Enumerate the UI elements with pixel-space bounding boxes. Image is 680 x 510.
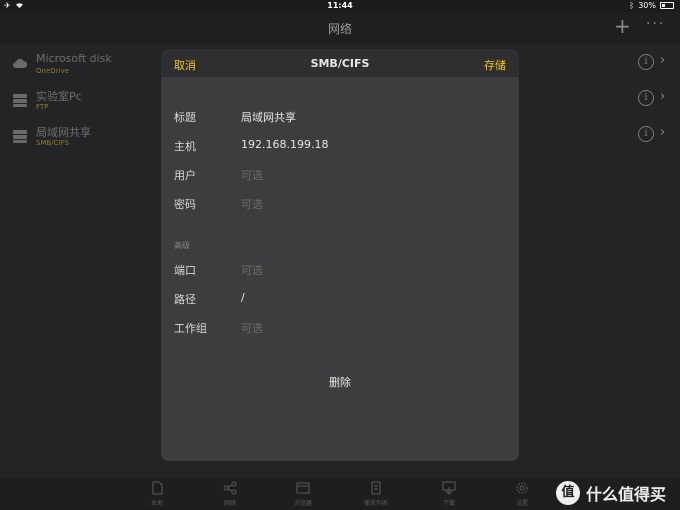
workgroup-field[interactable]: 工作组 可选 [174, 320, 504, 340]
watermark-text: 什么值得买 [586, 485, 667, 504]
tab-label: 浏览器 [293, 500, 312, 507]
add-icon[interactable]: + [614, 14, 631, 38]
tab-download[interactable]: 下载 [424, 481, 474, 507]
document-icon [152, 481, 163, 495]
tab-network[interactable]: 网络 [205, 481, 255, 507]
more-icon[interactable]: ··· [646, 16, 665, 32]
host-field[interactable]: 主机 192.168.199.18 [174, 138, 504, 158]
nav-bar: 网络 + ··· [0, 12, 680, 44]
info-icon[interactable]: i [638, 90, 654, 106]
field-label: 主机 [174, 140, 196, 153]
watermark-logo: 值 [556, 481, 580, 505]
server-icon [13, 130, 27, 143]
field-placeholder[interactable]: 可选 [241, 167, 263, 183]
connection-type: OneDrive [36, 67, 69, 75]
tab-playlist[interactable]: 播放列表 [351, 481, 401, 507]
download-icon [442, 481, 456, 495]
port-field[interactable]: 端口 可选 [174, 262, 504, 282]
field-label: 用户 [174, 169, 196, 182]
chevron-right-icon[interactable]: › [660, 125, 665, 140]
advanced-section-label: 高级 [174, 241, 190, 250]
tab-label: 播放列表 [363, 500, 388, 507]
status-right: ᛒ 30% [629, 1, 674, 10]
field-value[interactable]: / [241, 291, 245, 304]
status-bar: ✈ 11:44 ᛒ 30% [0, 0, 680, 12]
cloud-icon [13, 58, 28, 68]
field-placeholder[interactable]: 可选 [241, 320, 263, 336]
share-icon [223, 481, 237, 495]
connection-name: 实验室Pc [36, 90, 82, 103]
tab-settings[interactable]: 设置 [497, 481, 547, 507]
dialog-title: SMB/CIFS [310, 57, 370, 70]
bluetooth-icon: ᛒ [629, 1, 635, 10]
title-field[interactable]: 标题 局域网共享 [174, 109, 504, 129]
tab-label: 本地 [150, 500, 163, 507]
tab-label: 下载 [442, 500, 455, 507]
page-title: 网络 [327, 22, 352, 36]
battery-percent: 30% [638, 1, 656, 10]
connection-type: FTP [36, 103, 49, 111]
battery-icon [660, 2, 674, 9]
tab-label: 网络 [223, 500, 236, 507]
server-icon [13, 94, 27, 107]
tab-browser[interactable]: 浏览器 [278, 481, 328, 507]
info-icon[interactable]: i [638, 54, 654, 70]
field-label: 标题 [174, 111, 196, 124]
watermark: 值 什么值得买 [556, 481, 666, 505]
tab-local[interactable]: 本地 [132, 481, 182, 507]
field-label: 端口 [174, 264, 196, 277]
field-value[interactable]: 局域网共享 [241, 109, 296, 125]
user-field[interactable]: 用户 可选 [174, 167, 504, 187]
connection-name: 局域网共享 [36, 126, 91, 139]
delete-button[interactable]: 删除 [161, 374, 519, 390]
gear-icon [516, 482, 528, 494]
field-label: 工作组 [174, 322, 207, 335]
field-placeholder[interactable]: 可选 [241, 196, 263, 212]
field-label: 密码 [174, 198, 196, 211]
playlist-icon [371, 481, 381, 495]
path-field[interactable]: 路径 / [174, 291, 504, 311]
battery-fill [662, 4, 665, 7]
status-time: 11:44 [327, 1, 353, 10]
chevron-right-icon[interactable]: › [660, 53, 665, 68]
connection-type: SMB/CIFS [36, 139, 69, 147]
password-field[interactable]: 密码 可选 [174, 196, 504, 216]
tab-label: 设置 [515, 500, 528, 507]
info-icon[interactable]: i [638, 126, 654, 142]
chevron-right-icon[interactable]: › [660, 89, 665, 104]
smb-dialog: 取消 SMB/CIFS 存储 标题 局域网共享 主机 192.168.199.1… [161, 49, 519, 461]
browser-icon [296, 482, 310, 494]
connection-name: Microsoft disk [36, 52, 112, 65]
field-value[interactable]: 192.168.199.18 [241, 138, 328, 151]
save-button[interactable]: 存储 [484, 57, 506, 73]
field-label: 路径 [174, 293, 196, 306]
dialog-header: 取消 SMB/CIFS 存储 [161, 49, 519, 77]
field-placeholder[interactable]: 可选 [241, 262, 263, 278]
